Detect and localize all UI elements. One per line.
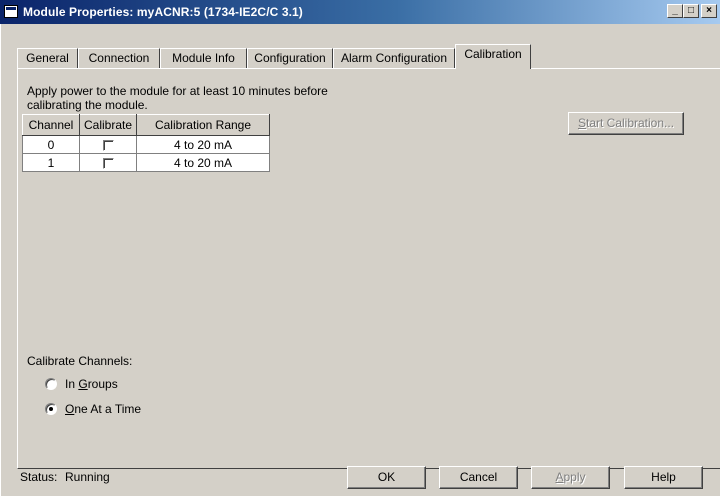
start-calibration-button[interactable]: Start Calibration... [568,112,684,135]
column-header-channel[interactable]: Channel [22,114,80,136]
cancel-button[interactable]: Cancel [439,466,518,489]
range-cell[interactable]: 4 to 20 mA [136,153,270,172]
calibrate-channels-label: Calibrate Channels: [27,354,133,368]
tab-alarm-configuration[interactable]: Alarm Configuration [333,48,455,68]
calibration-instruction: Apply power to the module for at least 1… [27,84,328,112]
tab-calibration[interactable]: Calibration [455,44,531,69]
channel-cell: 0 [22,135,80,154]
in-groups-label-prefix: In [65,377,79,391]
window-title: Module Properties: myACNR:5 (1734-IE2C/C… [23,5,303,19]
ok-button[interactable]: OK [347,466,426,489]
channel-cell: 1 [22,153,80,172]
instruction-line-1: Apply power to the module for at least 1… [27,84,328,98]
minimize-button[interactable]: _ [667,4,683,18]
calibrate-checkbox[interactable] [102,157,114,169]
start-calibration-label: tart Calibration... [585,116,675,130]
calibration-panel: Apply power to the module for at least 1… [17,68,720,469]
start-calibration-accelerator: S [577,116,586,130]
column-header-calibration-range[interactable]: Calibration Range [136,114,270,136]
dialog-footer: Status: Running OK Cancel Apply Help [1,464,720,496]
apply-button[interactable]: Apply [531,466,610,489]
in-groups-radio[interactable] [45,378,57,390]
dialog-body: General Connection Module Info Configura… [0,24,720,496]
status-label: Status: [20,470,58,484]
in-groups-accelerator: G [78,377,88,391]
tab-configuration[interactable]: Configuration [247,48,333,68]
close-button[interactable]: × [701,4,717,18]
one-at-a-time-radio[interactable] [45,403,57,415]
tab-general[interactable]: General [17,48,78,68]
table-header-row: Channel Calibrate Calibration Range [22,114,270,136]
in-groups-label: In Groups [65,377,118,391]
window-app-icon[interactable] [4,5,18,18]
column-header-calibrate[interactable]: Calibrate [79,114,137,136]
one-at-a-time-accelerator: O [65,402,75,416]
calibration-table: Channel Calibrate Calibration Range 0 4 … [22,114,270,172]
help-button[interactable]: Help [624,466,703,489]
apply-label-rest: pply [563,470,586,484]
status-value: Running [65,470,110,484]
instruction-line-2: calibrating the module. [27,98,148,112]
tab-module-info[interactable]: Module Info [160,48,247,68]
tab-connection[interactable]: Connection [78,48,160,68]
table-row[interactable]: 1 4 to 20 mA [22,153,270,172]
in-groups-label-rest: roups [87,377,118,391]
apply-accelerator: A [555,470,564,484]
title-bar[interactable]: Module Properties: myACNR:5 (1734-IE2C/C… [0,0,720,24]
range-cell[interactable]: 4 to 20 mA [136,135,270,154]
calibrate-checkbox[interactable] [102,139,114,151]
one-at-a-time-label: One At a Time [65,402,141,416]
one-at-a-time-label-rest: ne At a Time [74,402,142,416]
maximize-button[interactable]: □ [683,4,699,18]
calibrate-cell [79,135,137,154]
table-row[interactable]: 0 4 to 20 mA [22,135,270,154]
calibrate-cell [79,153,137,172]
